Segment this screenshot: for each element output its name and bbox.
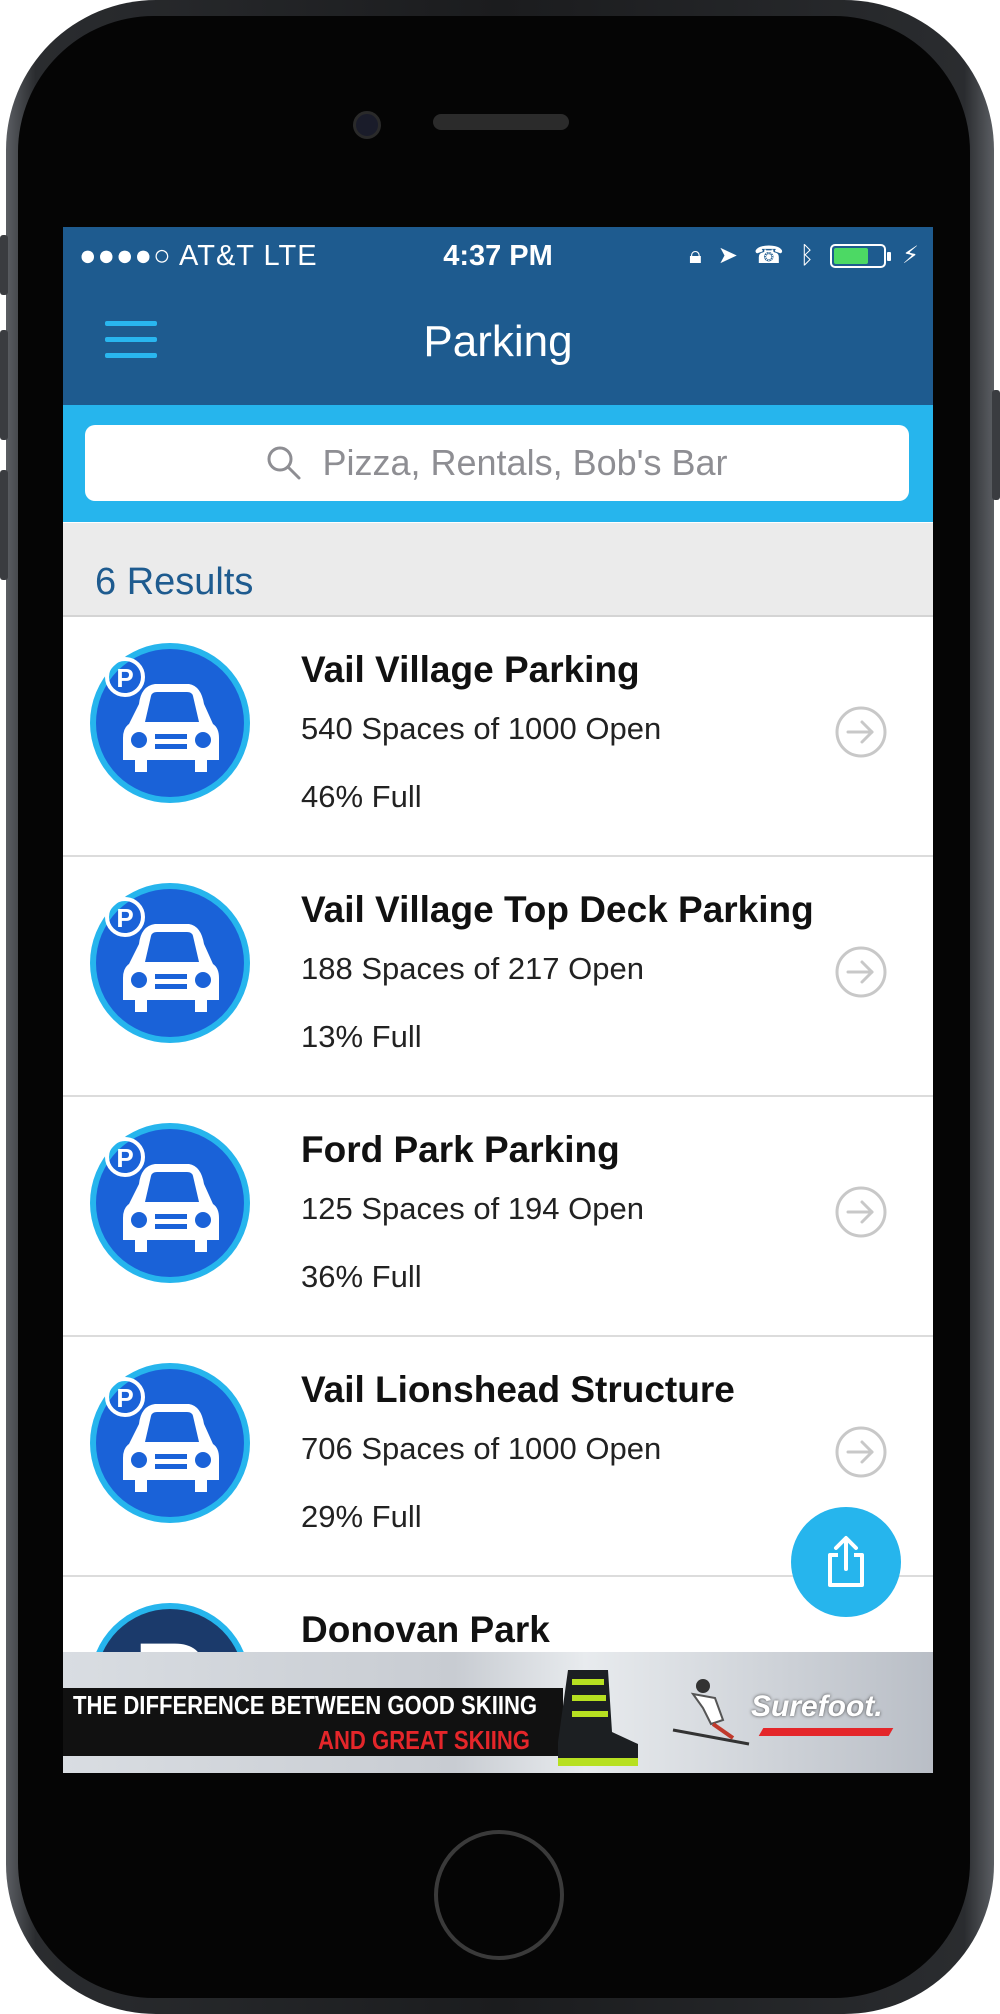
status-bar: ●●●●○ AT&T LTE 4:37 PM 🔒︎ ➤ ☎ ᛒ ⚡︎: [63, 227, 933, 287]
list-item-parking[interactable]: Vail Village Top Deck Parking 188 Spaces…: [63, 857, 933, 1097]
navigation-bar: Parking: [63, 287, 933, 405]
search-bar: Pizza, Rentals, Bob's Bar: [63, 405, 933, 522]
arrow-right-circle-icon[interactable]: [834, 705, 888, 759]
parking-car-icon: [89, 642, 251, 804]
parking-full-percent: 29% Full: [301, 1499, 422, 1534]
share-button[interactable]: [791, 1507, 901, 1617]
parking-name: Ford Park Parking: [301, 1129, 620, 1170]
front-camera: [353, 111, 381, 139]
parking-list: Vail Village Parking 540 Spaces of 1000 …: [63, 617, 933, 1773]
share-icon: [828, 1536, 864, 1587]
parking-car-icon: [89, 882, 251, 1044]
earpiece-speaker: [433, 114, 569, 130]
parking-name: Donovan Park: [301, 1609, 550, 1650]
orientation-lock-icon: 🔒︎: [688, 241, 702, 269]
ski-boot-icon: [558, 1670, 638, 1766]
app-screen: ●●●●○ AT&T LTE 4:37 PM 🔒︎ ➤ ☎ ᛒ ⚡︎ Parki…: [63, 227, 933, 1773]
volume-up-button: [0, 330, 8, 440]
skier-icon: [672, 1679, 750, 1746]
parking-spaces: 188 Spaces of 217 Open: [301, 951, 644, 986]
arrow-right-circle-icon[interactable]: [834, 1425, 888, 1479]
list-item-parking[interactable]: Ford Park Parking 125 Spaces of 194 Open…: [63, 1097, 933, 1337]
home-button[interactable]: [434, 1830, 564, 1960]
list-item-parking[interactable]: Vail Village Parking 540 Spaces of 1000 …: [63, 617, 933, 857]
arrow-right-circle-icon[interactable]: [834, 1185, 888, 1239]
search-icon: [267, 446, 301, 480]
parking-name: Vail Lionshead Structure: [301, 1369, 735, 1410]
parking-name: Vail Village Parking: [301, 649, 640, 690]
parking-full-percent: 36% Full: [301, 1259, 422, 1294]
charging-bolt-icon: ⚡︎: [902, 242, 919, 269]
parking-full-percent: 46% Full: [301, 779, 422, 814]
parking-car-icon: [89, 1122, 251, 1284]
parking-full-percent: 13% Full: [301, 1019, 422, 1054]
parking-name: Vail Village Top Deck Parking: [301, 889, 814, 930]
parking-spaces: 706 Spaces of 1000 Open: [301, 1431, 662, 1466]
search-placeholder: Pizza, Rentals, Bob's Bar: [322, 442, 728, 483]
ad-brand-swoosh: [758, 1728, 894, 1736]
parking-spaces: 125 Spaces of 194 Open: [301, 1191, 644, 1226]
banner-ad[interactable]: THE DIFFERENCE BETWEEN GOOD SKIING AND G…: [63, 1652, 933, 1773]
power-button: [992, 390, 1000, 500]
arrow-right-circle-icon[interactable]: [834, 945, 888, 999]
search-input[interactable]: Pizza, Rentals, Bob's Bar: [85, 425, 909, 501]
mute-switch: [0, 235, 8, 295]
parking-car-icon: [89, 1362, 251, 1524]
results-header: 6 Results: [63, 523, 933, 617]
volume-down-button: [0, 470, 8, 580]
tty-icon: ☎: [753, 242, 784, 269]
location-arrow-icon: ➤: [717, 242, 738, 269]
ad-subheadline: AND GREAT SKIING: [318, 1725, 531, 1755]
parking-spaces: 540 Spaces of 1000 Open: [301, 711, 662, 746]
ad-brand-logo: Surefoot.: [751, 1690, 883, 1723]
results-count: 6 Results: [95, 561, 254, 603]
page-title: Parking: [423, 317, 573, 366]
ad-headline: THE DIFFERENCE BETWEEN GOOD SKIING: [73, 1690, 538, 1720]
bluetooth-icon: ᛒ: [799, 241, 815, 269]
battery-icon: [830, 243, 892, 268]
